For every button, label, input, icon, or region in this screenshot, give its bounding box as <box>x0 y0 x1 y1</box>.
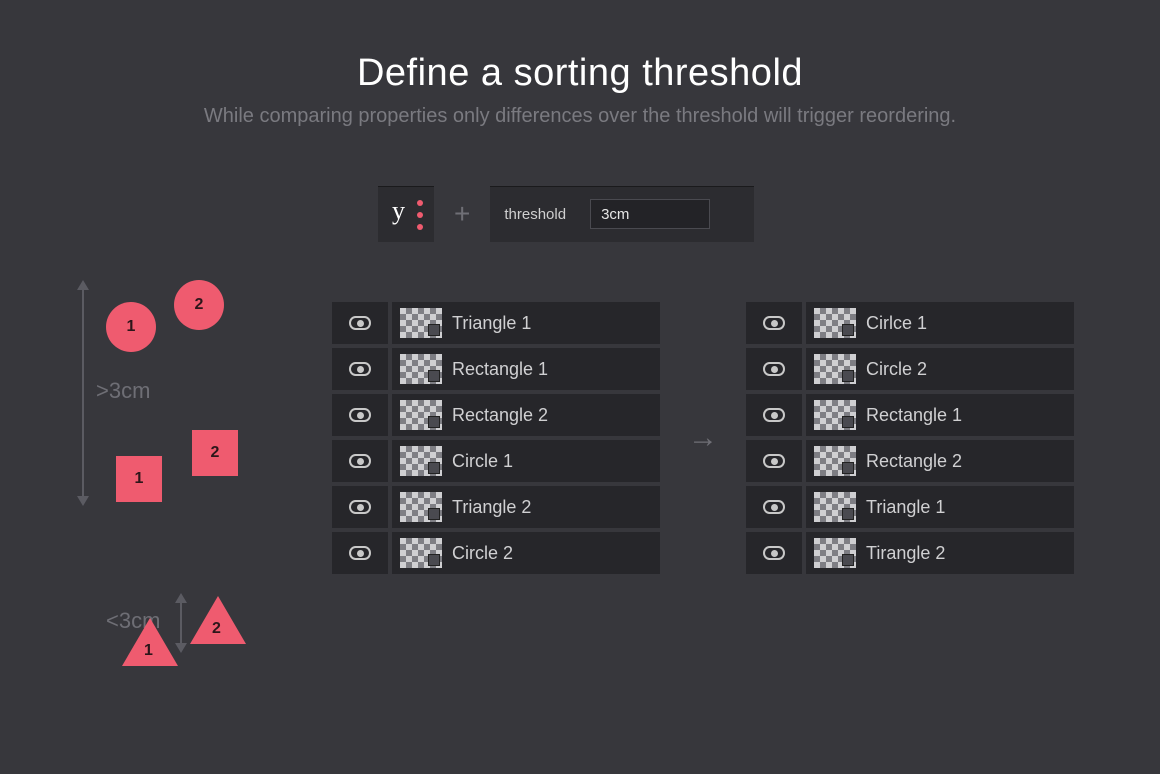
layer-panels: Triangle 1 Rectangle 1 Rectangle 2 Circl… <box>332 302 1074 574</box>
layer-cell[interactable]: Rectangle 2 <box>392 394 660 436</box>
layer-cell[interactable]: Circle 2 <box>392 532 660 574</box>
thumbnail-icon <box>400 492 442 522</box>
threshold-input[interactable] <box>590 199 710 229</box>
visibility-toggle[interactable] <box>332 348 388 390</box>
square-shape-2: 2 <box>192 430 238 476</box>
layer-name: Circle 1 <box>452 451 513 472</box>
eye-icon <box>349 362 371 376</box>
layer-name: Rectangle 1 <box>452 359 548 380</box>
list-item[interactable]: Tirangle 2 <box>746 532 1074 574</box>
y-dots-icon <box>417 200 423 230</box>
visibility-toggle[interactable] <box>746 532 802 574</box>
triangle-2-num: 2 <box>212 620 221 638</box>
visibility-toggle[interactable] <box>332 394 388 436</box>
visibility-toggle[interactable] <box>746 486 802 528</box>
list-item[interactable]: Triangle 2 <box>332 486 660 528</box>
eye-icon <box>349 500 371 514</box>
measure-over-label: >3cm <box>96 378 150 404</box>
triangle-1-num: 1 <box>144 642 153 660</box>
layer-cell[interactable]: Tirangle 2 <box>806 532 1074 574</box>
layer-cell[interactable]: Circle 2 <box>806 348 1074 390</box>
eye-icon <box>763 408 785 422</box>
list-item[interactable]: Rectangle 1 <box>332 348 660 390</box>
layer-name: Circle 2 <box>866 359 927 380</box>
list-item[interactable]: Rectangle 2 <box>746 440 1074 482</box>
sort-by-y-tile[interactable]: y <box>378 186 434 242</box>
thumbnail-icon <box>400 400 442 430</box>
layer-name: Triangle 1 <box>866 497 945 518</box>
eye-icon <box>763 454 785 468</box>
layer-name: Circle 2 <box>452 543 513 564</box>
arrow-right-icon: → <box>688 421 718 455</box>
triangle-shape-2: 2 <box>190 596 246 644</box>
thumbnail-icon <box>400 308 442 338</box>
layer-cell[interactable]: Rectangle 1 <box>392 348 660 390</box>
visibility-toggle[interactable] <box>746 302 802 344</box>
plus-icon: + <box>454 198 470 230</box>
layer-name: Triangle 1 <box>452 313 531 334</box>
page-subtitle: While comparing properties only differen… <box>0 105 1160 128</box>
layer-cell[interactable]: Triangle 1 <box>392 302 660 344</box>
eye-icon <box>349 454 371 468</box>
eye-icon <box>349 316 371 330</box>
list-item[interactable]: Circle 2 <box>332 532 660 574</box>
eye-icon <box>349 546 371 560</box>
eye-icon <box>763 316 785 330</box>
threshold-panel: threshold <box>490 186 754 242</box>
triangle-shape-1: 1 <box>122 618 178 666</box>
square-shape-1: 1 <box>116 456 162 502</box>
visibility-toggle[interactable] <box>332 532 388 574</box>
layer-name: Triangle 2 <box>452 497 531 518</box>
control-row: y + threshold <box>378 186 754 242</box>
threshold-label: threshold <box>504 206 566 223</box>
vertical-arrow-small-icon <box>180 601 182 645</box>
thumbnail-icon <box>400 538 442 568</box>
layer-name: Rectangle 2 <box>866 451 962 472</box>
layer-cell[interactable]: Rectangle 2 <box>806 440 1074 482</box>
layer-cell[interactable]: Circle 1 <box>392 440 660 482</box>
thumbnail-icon <box>814 308 856 338</box>
layer-list-before: Triangle 1 Rectangle 1 Rectangle 2 Circl… <box>332 302 660 574</box>
visibility-toggle[interactable] <box>332 440 388 482</box>
thumbnail-icon <box>400 446 442 476</box>
list-item[interactable]: Circle 2 <box>746 348 1074 390</box>
thumbnail-icon <box>814 446 856 476</box>
visibility-toggle[interactable] <box>746 394 802 436</box>
eye-icon <box>349 408 371 422</box>
list-item[interactable]: Triangle 1 <box>332 302 660 344</box>
visibility-toggle[interactable] <box>746 348 802 390</box>
visibility-toggle[interactable] <box>332 486 388 528</box>
eye-icon <box>763 546 785 560</box>
list-item[interactable]: Rectangle 1 <box>746 394 1074 436</box>
layer-name: Rectangle 1 <box>866 405 962 426</box>
list-item[interactable]: Cirlce 1 <box>746 302 1074 344</box>
list-item[interactable]: Triangle 1 <box>746 486 1074 528</box>
eye-icon <box>763 362 785 376</box>
layer-cell[interactable]: Triangle 2 <box>392 486 660 528</box>
layer-cell[interactable]: Triangle 1 <box>806 486 1074 528</box>
layer-list-after: Cirlce 1 Circle 2 Rectangle 1 Rectangle … <box>746 302 1074 574</box>
eye-icon <box>763 500 785 514</box>
visibility-toggle[interactable] <box>746 440 802 482</box>
shapes-diagram: >3cm 1 2 1 2 <3cm 1 2 <box>60 278 290 698</box>
layer-name: Cirlce 1 <box>866 313 927 334</box>
thumbnail-icon <box>814 538 856 568</box>
thumbnail-icon <box>814 400 856 430</box>
layer-name: Tirangle 2 <box>866 543 945 564</box>
circle-shape-2: 2 <box>174 280 224 330</box>
vertical-arrow-icon <box>82 288 84 498</box>
list-item[interactable]: Circle 1 <box>332 440 660 482</box>
circle-shape-1: 1 <box>106 302 156 352</box>
layer-cell[interactable]: Rectangle 1 <box>806 394 1074 436</box>
visibility-toggle[interactable] <box>332 302 388 344</box>
thumbnail-icon <box>814 354 856 384</box>
y-letter: y <box>392 196 405 226</box>
layer-cell[interactable]: Cirlce 1 <box>806 302 1074 344</box>
thumbnail-icon <box>400 354 442 384</box>
page-title: Define a sorting threshold <box>0 0 1160 95</box>
thumbnail-icon <box>814 492 856 522</box>
list-item[interactable]: Rectangle 2 <box>332 394 660 436</box>
layer-name: Rectangle 2 <box>452 405 548 426</box>
